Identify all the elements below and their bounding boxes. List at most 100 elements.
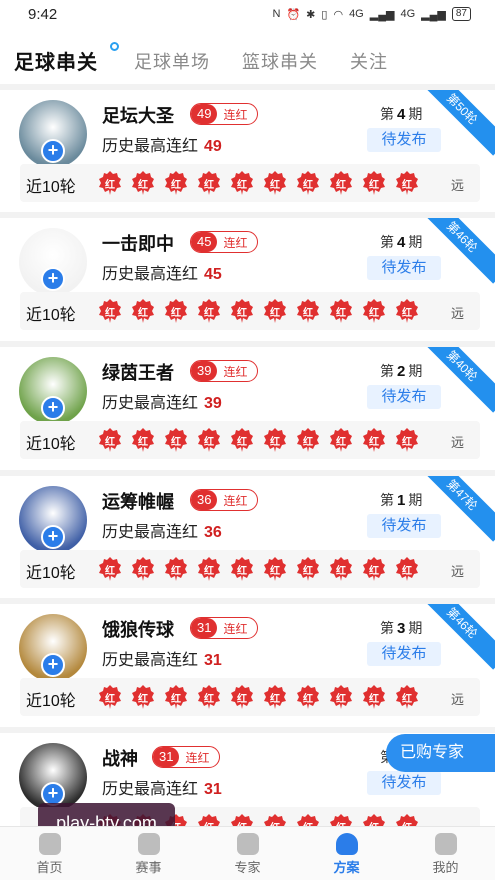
status-bar: 9:42 N ⏰ ✱ ▯ ◠ 4G ▂▄▆ 4G ▂▄▆ 87 bbox=[0, 0, 495, 30]
period-info: 第3期 bbox=[380, 618, 422, 638]
alarm-icon: ⏰ bbox=[286, 8, 301, 21]
result-text: 红 bbox=[270, 308, 280, 319]
recent-label: 近10轮 bbox=[26, 693, 76, 710]
expert-card[interactable]: + 绿茵王者 39 连红 历史最高连红 39 第 2 期待发布 第40轮 近10轮红红红红红红红红红… bbox=[0, 341, 495, 469]
follow-plus-button[interactable]: + bbox=[41, 139, 65, 163]
status-pending: 待发布 bbox=[367, 128, 441, 152]
result-text: 红 bbox=[105, 694, 115, 705]
streak-badge: 45 连红 bbox=[190, 231, 259, 253]
result-badges: 红红红红红红红红红红 bbox=[98, 298, 419, 324]
result-text: 红 bbox=[138, 437, 148, 448]
result-text: 红 bbox=[369, 308, 379, 319]
nav-matches[interactable]: 赛事 bbox=[99, 827, 198, 881]
result-badge: 红 bbox=[98, 556, 122, 582]
streak-label: 连红 bbox=[223, 493, 248, 508]
follow-plus-button[interactable]: + bbox=[41, 525, 65, 549]
result-badge: 红 bbox=[395, 427, 419, 453]
result-text: 红 bbox=[171, 694, 181, 705]
nav-label: 方案 bbox=[333, 860, 360, 875]
expert-card[interactable]: + 足坛大圣 49 连红 历史最高连红 49 第 4 期待发布 第50轮 近10轮红红红红红红红红红… bbox=[0, 84, 495, 212]
far-label: 远 bbox=[450, 692, 464, 707]
result-text: 红 bbox=[402, 566, 412, 577]
result-text: 红 bbox=[336, 308, 346, 319]
result-badge: 红 bbox=[329, 170, 353, 196]
period-suffix: 期 bbox=[408, 106, 423, 122]
result-badge: 红 bbox=[164, 298, 188, 324]
result-text: 红 bbox=[138, 180, 148, 191]
result-text: 红 bbox=[369, 437, 379, 448]
period-info: 第2期 bbox=[380, 361, 422, 381]
result-badge: 红 bbox=[296, 170, 320, 196]
best-streak-label: 历史最高连红 bbox=[102, 781, 199, 798]
result-text: 红 bbox=[303, 180, 313, 191]
expert-card[interactable]: + 饿狼传球 31 连红 历史最高连红 31 第 3 期待发布 第46轮 近10轮红红红红红红红红红… bbox=[0, 598, 495, 726]
tab-football-parlay[interactable]: 足球串关 bbox=[14, 46, 98, 75]
expert-name: 绿茵王者 bbox=[102, 363, 174, 383]
status-pending: 待发布 bbox=[367, 385, 441, 409]
tab-basketball-parlay[interactable]: 篮球串关 bbox=[242, 48, 318, 74]
period-number: 3 bbox=[397, 620, 406, 637]
follow-plus-button[interactable]: + bbox=[41, 396, 65, 420]
period-prefix: 第 bbox=[380, 620, 394, 636]
result-text: 红 bbox=[138, 308, 148, 319]
best-streak-value: 31 bbox=[204, 781, 222, 798]
streak-count: 31 bbox=[191, 618, 218, 638]
result-badge: 红 bbox=[230, 684, 254, 710]
result-badge: 红 bbox=[329, 684, 353, 710]
result-text: 红 bbox=[237, 180, 247, 191]
result-text: 红 bbox=[204, 437, 214, 448]
result-text: 红 bbox=[204, 694, 214, 705]
period-info: 第4期 bbox=[380, 104, 422, 124]
result-badge: 红 bbox=[230, 170, 254, 196]
expert-card[interactable]: + 运筹帷幄 36 连红 历史最高连红 36 第 1 期待发布 第47轮 近10轮红红红红红红红红红… bbox=[0, 470, 495, 598]
nav-home[interactable]: 首页 bbox=[0, 827, 99, 881]
status-icons: N ⏰ ✱ ▯ ◠ 4G ▂▄▆ 4G ▂▄▆ 87 bbox=[273, 7, 471, 21]
tab-football-single[interactable]: 足球单场 bbox=[134, 48, 210, 74]
signal-icon: ▂▄▆ bbox=[369, 8, 395, 21]
plan-icon bbox=[335, 833, 358, 855]
period-prefix: 第 bbox=[380, 363, 394, 379]
result-text: 红 bbox=[105, 566, 115, 577]
result-badge: 红 bbox=[329, 556, 353, 582]
recent-results: 近10轮 红 红 红 红 红 红 红 红 红 红 远 bbox=[20, 421, 480, 459]
streak-label: 连红 bbox=[223, 364, 248, 379]
result-badge: 红 bbox=[329, 427, 353, 453]
expert-icon bbox=[236, 833, 259, 855]
result-badge: 红 bbox=[197, 556, 221, 582]
category-tabs: 足球串关 足球单场 篮球串关 关注 bbox=[0, 40, 495, 82]
streak-label: 连红 bbox=[223, 621, 248, 636]
result-text: 红 bbox=[171, 308, 181, 319]
result-badge: 红 bbox=[362, 427, 386, 453]
best-streak-label: 历史最高连红 bbox=[102, 395, 199, 412]
expert-name: 运筹帷幄 bbox=[102, 492, 174, 512]
result-text: 红 bbox=[303, 437, 313, 448]
result-badge: 红 bbox=[263, 556, 287, 582]
result-badge: 红 bbox=[230, 298, 254, 324]
best-streak: 历史最高连红 39 bbox=[102, 389, 222, 413]
nav-experts[interactable]: 专家 bbox=[198, 827, 297, 881]
follow-plus-button[interactable]: + bbox=[41, 267, 65, 291]
result-text: 红 bbox=[270, 566, 280, 577]
expert-card[interactable]: + 一击即中 45 连红 历史最高连红 45 第 4 期待发布 第46轮 近10轮红红红红红红红红红… bbox=[0, 212, 495, 340]
battery-icon: 87 bbox=[451, 7, 471, 21]
best-streak-value: 45 bbox=[204, 266, 222, 283]
purchased-experts-button[interactable]: 已购专家 bbox=[386, 734, 495, 772]
period-suffix: 期 bbox=[408, 620, 423, 636]
best-streak-label: 历史最高连红 bbox=[102, 652, 199, 669]
tab-active-dot bbox=[110, 42, 119, 51]
streak-badge: 31 连红 bbox=[190, 617, 259, 639]
result-text: 红 bbox=[138, 566, 148, 577]
result-text: 红 bbox=[237, 308, 247, 319]
tab-follow[interactable]: 关注 bbox=[350, 48, 388, 74]
follow-plus-button[interactable]: + bbox=[41, 653, 65, 677]
result-badge: 红 bbox=[164, 684, 188, 710]
nfc-icon: N bbox=[272, 8, 281, 20]
result-text: 红 bbox=[402, 308, 412, 319]
result-badge: 红 bbox=[296, 298, 320, 324]
result-badge: 红 bbox=[329, 298, 353, 324]
period-suffix: 期 bbox=[408, 492, 423, 508]
recent-results: 近10轮 红 红 红 红 红 红 红 红 红 红 远 bbox=[20, 550, 480, 588]
nav-plans[interactable]: 方案 bbox=[297, 827, 396, 881]
status-pending: 待发布 bbox=[367, 642, 441, 666]
nav-profile[interactable]: 我的 bbox=[396, 827, 495, 881]
